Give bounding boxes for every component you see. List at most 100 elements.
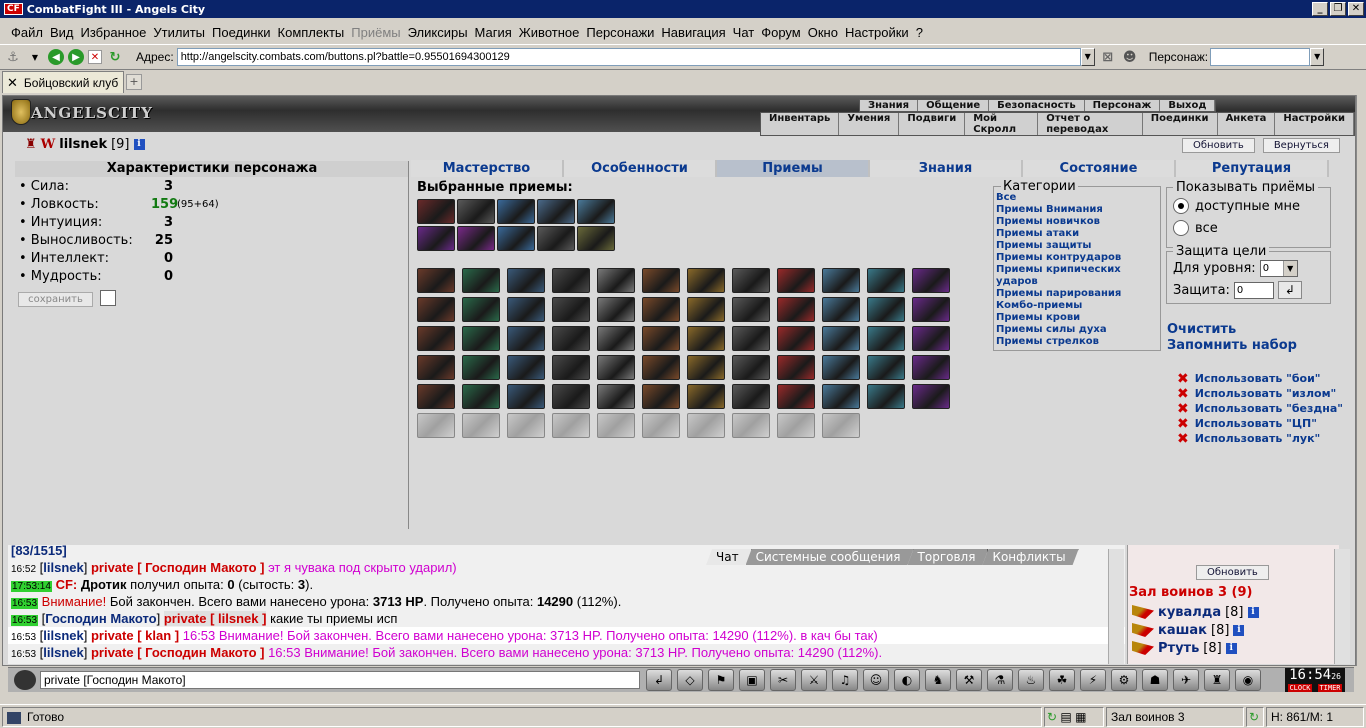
use-set-label[interactable]: Использовать "излом" <box>1195 387 1337 400</box>
close-tab-icon[interactable]: ✕ <box>7 75 18 91</box>
technique-icon[interactable] <box>462 268 500 293</box>
technique-icon[interactable] <box>687 297 725 322</box>
technique-icon[interactable] <box>507 384 545 409</box>
category-spirit[interactable]: Приемы силы духа <box>996 324 1158 336</box>
tab-conflicts[interactable]: Конфликты <box>982 549 1078 565</box>
technique-icon[interactable] <box>462 297 500 322</box>
technique-icon[interactable] <box>687 326 725 351</box>
clover-icon[interactable]: ☘ <box>1049 669 1075 691</box>
character-select[interactable] <box>1210 48 1311 66</box>
dropdown-icon[interactable]: ▼ <box>26 48 44 66</box>
chat-time[interactable]: 16:53 <box>11 615 39 626</box>
technique-icon[interactable] <box>457 226 495 251</box>
menu-sets[interactable]: Комплекты <box>275 25 349 40</box>
technique-icon[interactable] <box>912 326 950 351</box>
lightning-icon[interactable]: ⚡ <box>1080 669 1106 691</box>
technique-icon[interactable] <box>507 413 545 438</box>
protect-input[interactable]: 0 <box>1233 281 1274 299</box>
chat-input[interactable]: private [Господин Макото] <box>40 671 640 689</box>
technique-icon[interactable] <box>507 355 545 380</box>
tab-trade[interactable]: Торговля <box>908 549 989 565</box>
eraser-icon[interactable]: ◇ <box>677 669 703 691</box>
tab-chat[interactable]: Чат <box>706 549 752 565</box>
category-combo[interactable]: Комбо-приемы <box>996 300 1158 312</box>
maximize-button[interactable]: ❐ <box>1330 2 1346 16</box>
technique-icon[interactable] <box>552 384 590 409</box>
menu-forum[interactable]: Форум <box>758 25 805 40</box>
technique-icon[interactable] <box>642 413 680 438</box>
technique-icon[interactable] <box>417 384 455 409</box>
technique-icon[interactable] <box>597 413 635 438</box>
technique-icon[interactable] <box>642 268 680 293</box>
topmenu-knowledge[interactable]: Знания <box>860 100 919 111</box>
technique-icon[interactable] <box>732 384 770 409</box>
tower-icon[interactable]: ♜ <box>1204 669 1230 691</box>
smiley-icon[interactable]: ☺ <box>863 669 889 691</box>
chat-nick[interactable]: lilsnek <box>43 645 83 660</box>
tab-system[interactable]: Системные сообщения <box>746 549 914 565</box>
address-dropdown[interactable]: ▼ <box>1080 48 1095 66</box>
use-set-item[interactable]: ✖ Использовать "излом" <box>1177 386 1343 402</box>
use-set-label[interactable]: Использовать "бои" <box>1195 372 1321 385</box>
timer-label[interactable]: TIMER <box>1318 684 1342 692</box>
tab-knowledge[interactable]: Знания <box>870 160 1023 177</box>
technique-icon[interactable] <box>507 297 545 322</box>
topmenu-duels[interactable]: Поединки <box>1143 113 1218 135</box>
technique-icon[interactable] <box>912 297 950 322</box>
topmenu-skills[interactable]: Умения <box>839 113 900 135</box>
technique-icon[interactable] <box>822 413 860 438</box>
use-set-item[interactable]: ✖ Использовать "бои" <box>1177 371 1343 387</box>
technique-icon[interactable] <box>417 226 455 251</box>
technique-icon[interactable] <box>642 384 680 409</box>
menu-file[interactable]: Файл <box>8 25 47 40</box>
technique-icon[interactable] <box>417 355 455 380</box>
chat-scrollbar[interactable] <box>1108 549 1124 664</box>
category-parry[interactable]: Приемы парирования <box>996 288 1158 300</box>
chat-time[interactable]: 16:53 <box>11 632 36 643</box>
page-scrollbar[interactable] <box>1356 95 1366 666</box>
delete-icon[interactable]: ✖ <box>1177 416 1189 432</box>
save-icon[interactable]: ▣ <box>739 669 765 691</box>
enter-button[interactable]: ↲ <box>1277 281 1302 299</box>
menu-magic[interactable]: Магия <box>472 25 516 40</box>
technique-icon[interactable] <box>732 297 770 322</box>
technique-icon[interactable] <box>687 355 725 380</box>
delete-icon[interactable]: ✖ <box>1177 431 1189 447</box>
technique-icon[interactable] <box>642 355 680 380</box>
category-critical[interactable]: Приемы крипических ударов <box>996 264 1158 288</box>
technique-icon[interactable] <box>867 384 905 409</box>
sync-icon[interactable]: ↻ <box>1246 707 1264 727</box>
technique-icon[interactable] <box>462 413 500 438</box>
technique-icon[interactable] <box>462 326 500 351</box>
menu-help[interactable]: ? <box>913 25 927 40</box>
refresh-icon[interactable]: ↻ <box>1047 710 1057 724</box>
new-tab-button[interactable]: + <box>126 74 142 90</box>
topmenu-profile[interactable]: Анкета <box>1218 113 1276 135</box>
radio-all[interactable]: все <box>1167 217 1330 239</box>
remember-set-link[interactable]: Запомнить набор <box>1167 338 1297 353</box>
clan-icon[interactable]: ♜ <box>25 137 37 152</box>
technique-icon[interactable] <box>417 297 455 322</box>
topmenu-my-scroll[interactable]: Мой Скролл <box>965 113 1039 135</box>
fire-icon[interactable]: ♨ <box>1018 669 1044 691</box>
menu-utilities[interactable]: Утилиты <box>150 25 209 40</box>
save-checkbox[interactable] <box>100 290 116 306</box>
clock-label[interactable]: CLOCK <box>1288 684 1312 692</box>
music-icon[interactable]: ♫ <box>832 669 858 691</box>
technique-icon[interactable] <box>912 268 950 293</box>
chat-nick[interactable]: lilsnek <box>43 628 83 643</box>
menu-pet[interactable]: Животное <box>516 25 584 40</box>
use-set-label[interactable]: Использовать "ЦП" <box>1195 417 1317 430</box>
technique-icon[interactable] <box>912 384 950 409</box>
chat-time[interactable]: 16:53 <box>11 649 36 660</box>
topmenu-feats[interactable]: Подвиги <box>899 113 966 135</box>
chat-private-tag[interactable]: private [ lilsnek ] <box>163 611 267 626</box>
plane-icon[interactable]: ✈ <box>1173 669 1199 691</box>
forward-icon[interactable]: ▶ <box>68 49 84 65</box>
topmenu-character[interactable]: Персонаж <box>1085 100 1161 111</box>
technique-icon[interactable] <box>642 297 680 322</box>
knight-icon[interactable]: ♞ <box>925 669 951 691</box>
refresh-icon[interactable]: ↻ <box>106 48 124 66</box>
technique-icon[interactable] <box>417 199 455 224</box>
technique-icon[interactable] <box>577 199 615 224</box>
